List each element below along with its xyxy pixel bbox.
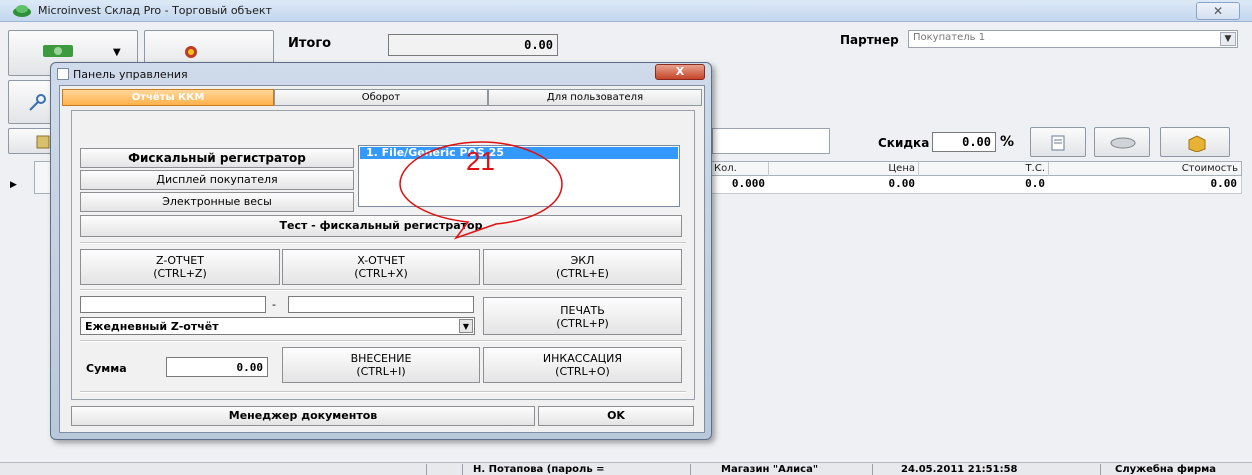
print-shortcut: (CTRL+P) <box>556 317 609 330</box>
key-icon <box>29 94 46 111</box>
package-button[interactable] <box>1160 127 1230 157</box>
annotation-number: 21 <box>466 146 495 176</box>
percent-sign: % <box>1000 134 1015 150</box>
status-firm: Служебна фирма <box>1100 464 1252 475</box>
z-report-shortcut: (CTRL+Z) <box>153 267 207 280</box>
partner-label: Партнер <box>840 33 899 47</box>
barcode-input[interactable] <box>712 128 830 154</box>
discount-input[interactable]: 0.00 <box>932 132 996 152</box>
money-icon <box>43 45 73 57</box>
x-report-shortcut: (CTRL+X) <box>354 267 408 280</box>
window-title: Microinvest Склад Pro - Торговый объект <box>38 4 272 17</box>
deposit-shortcut: (CTRL+I) <box>356 365 406 378</box>
z-report-button[interactable]: Z-ОТЧЕТ (CTRL+Z) <box>80 249 280 285</box>
receipt-tool-button[interactable] <box>8 128 56 154</box>
status-store: Магазин "Алиса" <box>690 464 872 475</box>
document-manager-button[interactable]: Менеджер документов <box>71 406 535 426</box>
divider <box>80 242 686 244</box>
device-fiscal-button[interactable]: Фискальный регистратор <box>80 148 354 168</box>
column-cost[interactable]: Стоимость <box>1049 162 1241 176</box>
chevron-down-icon[interactable]: ▼ <box>1220 32 1236 46</box>
divider <box>80 340 686 342</box>
search-tool-button[interactable] <box>8 80 56 124</box>
notepad-icon <box>1051 135 1065 151</box>
print-button[interactable]: ПЕЧАТЬ (CTRL+P) <box>483 297 682 335</box>
dialog-title: Панель управления <box>73 68 188 81</box>
chevron-down-icon[interactable]: ▼ <box>113 47 121 58</box>
total-value: 0.00 <box>388 34 558 56</box>
device-scales-button[interactable]: Электронные весы <box>80 192 354 212</box>
tab-kkm-reports[interactable]: Отчёты ККМ <box>62 89 274 106</box>
window-titlebar: Microinvest Склад Pro - Торговый объект … <box>0 0 1252 22</box>
app-logo-icon <box>13 5 31 17</box>
partner-select[interactable]: Покупатель 1 ▼ <box>908 30 1238 48</box>
collection-button[interactable]: ИНКАССАЦИЯ (CTRL+O) <box>483 347 682 383</box>
dialog-close-button[interactable]: X <box>655 64 705 80</box>
partner-value: Покупатель 1 <box>913 32 986 43</box>
report-period-value: Ежедневный Z-отчёт <box>85 320 219 333</box>
date-to-input[interactable] <box>288 296 474 313</box>
grid-header: Кол. Цена Т.С. Стоимость <box>710 161 1242 176</box>
status-datetime: 24.05.2011 21:51:58 <box>872 464 1100 475</box>
ekl-button[interactable]: ЭКЛ (CTRL+E) <box>483 249 682 285</box>
box-icon <box>1188 135 1206 152</box>
chevron-down-icon[interactable]: ▼ <box>459 319 473 333</box>
collection-shortcut: (CTRL+O) <box>555 365 610 378</box>
cell-ts: 0.0 <box>1025 177 1045 190</box>
cell-cost: 0.00 <box>1210 177 1238 190</box>
date-from-input[interactable] <box>80 296 266 313</box>
column-price[interactable]: Цена <box>769 162 919 176</box>
reports-panel: Фискальный регистратор Дисплей покупател… <box>71 110 695 400</box>
tab-for-user[interactable]: Для пользователя <box>488 89 702 106</box>
control-panel-dialog: Панель управления X Отчёты ККМ Оборот Дл… <box>50 62 712 440</box>
cell-qty: 0.000 <box>731 177 765 190</box>
document-icon <box>36 135 50 149</box>
ekl-label: ЭКЛ <box>570 254 595 267</box>
sum-label: Сумма <box>86 362 127 375</box>
collection-label: ИНКАССАЦИЯ <box>542 352 623 365</box>
column-ts[interactable]: Т.С. <box>919 162 1049 176</box>
window-close-button[interactable]: ✕ <box>1196 2 1240 20</box>
sum-input[interactable]: 0.00 <box>166 357 268 377</box>
deposit-button[interactable]: ВНЕСЕНИЕ (CTRL+I) <box>282 347 480 383</box>
deposit-label: ВНЕСЕНИЕ <box>350 352 412 365</box>
status-bar: Н. Потапова (пароль = Магазин "Алиса" 24… <box>0 462 1252 475</box>
report-period-select[interactable]: Ежедневный Z-отчёт ▼ <box>80 317 475 335</box>
card-icon <box>185 46 197 58</box>
column-qty[interactable]: Кол. <box>711 162 769 176</box>
x-report-label: X-ОТЧЕТ <box>357 254 405 267</box>
ok-button[interactable]: OK <box>538 406 694 426</box>
dialog-window-icon <box>57 68 69 80</box>
notes-button[interactable] <box>1030 127 1086 157</box>
x-report-button[interactable]: X-ОТЧЕТ (CTRL+X) <box>282 249 480 285</box>
ekl-shortcut: (CTRL+E) <box>556 267 609 280</box>
table-row[interactable]: 0.000 0.00 0.0 0.00 <box>710 176 1242 194</box>
tab-turnover[interactable]: Оборот <box>274 89 488 106</box>
status-blank <box>426 464 462 475</box>
total-label: Итого <box>288 36 332 51</box>
eraser-icon <box>1110 137 1136 149</box>
divider <box>80 289 686 291</box>
divider <box>80 391 686 393</box>
discount-label: Скидка <box>878 136 930 150</box>
z-report-label: Z-ОТЧЕТ <box>156 254 204 267</box>
range-separator: - <box>272 298 276 311</box>
eraser-button[interactable] <box>1094 127 1150 157</box>
status-user: Н. Потапова (пароль = <box>462 464 690 475</box>
device-display-button[interactable]: Дисплей покупателя <box>80 170 354 190</box>
dialog-body: Отчёты ККМ Оборот Для пользователя Фиска… <box>59 85 705 433</box>
print-label: ПЕЧАТЬ <box>560 304 605 317</box>
row-indicator-icon: ▶ <box>10 180 17 190</box>
test-fiscal-button[interactable]: Тест - фискальный регистратор <box>80 215 682 237</box>
cell-price: 0.00 <box>888 177 916 190</box>
